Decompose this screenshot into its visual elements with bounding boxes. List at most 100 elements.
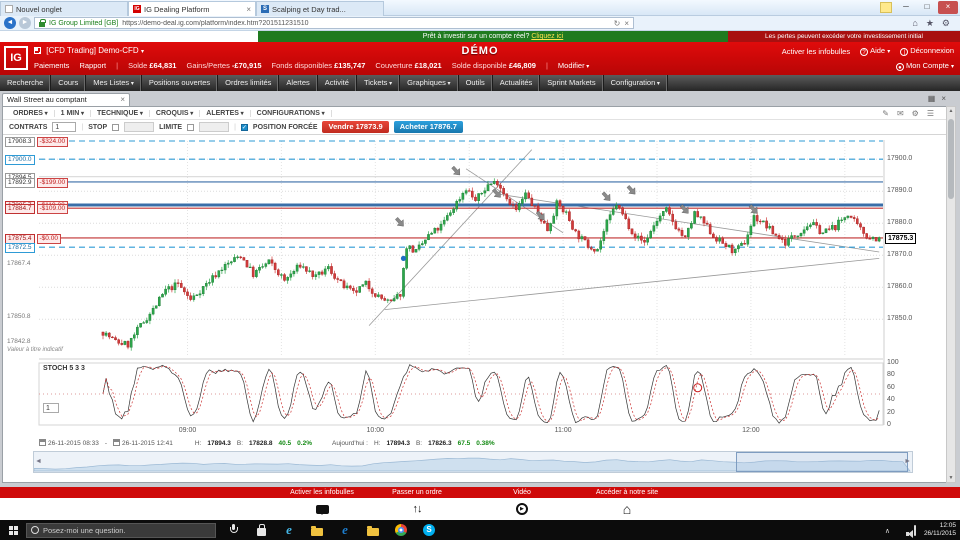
scrollbar-thumb[interactable] <box>948 119 954 199</box>
maximize-button[interactable]: □ <box>917 1 937 14</box>
question-icon: ? <box>860 48 868 56</box>
scroll-down-icon[interactable]: ▼ <box>947 475 955 481</box>
buy-button[interactable]: Acheter 17876.7 <box>394 121 463 133</box>
chevron-tray-icon[interactable] <box>885 526 890 535</box>
range-end[interactable]: 26-11-2015 12:41 <box>122 440 173 447</box>
footer-arrows-icon[interactable] <box>407 502 427 516</box>
help-menu[interactable]: ?Aide ▾ <box>860 46 890 56</box>
promo-banner[interactable]: Prêt à investir sur un compte réel? Cliq… <box>258 31 728 42</box>
back-button[interactable]: ◄ <box>4 17 16 29</box>
note-tray-icon[interactable] <box>914 526 916 535</box>
folder2-taskbar-icon[interactable] <box>366 522 380 538</box>
search-placeholder: Posez-moi une question. <box>43 526 126 535</box>
pencil-icon[interactable]: ✎ <box>882 109 889 118</box>
browser-tab-ig-dealing-platform[interactable]: IG Dealing Platform× <box>128 1 256 16</box>
start-button[interactable] <box>0 520 26 540</box>
price-chart[interactable] <box>3 135 946 435</box>
forced-position-checkbox[interactable] <box>241 124 248 131</box>
cortana-search-box[interactable]: Posez-moi une question. <box>26 523 216 538</box>
nav-item-alertes[interactable]: Alertes <box>279 75 317 91</box>
chart-menu-croquis[interactable]: CROQUIS ▾ <box>150 110 200 117</box>
browser-tab-scalping-et-day-trad[interactable]: Scalping et Day trad... <box>256 1 384 16</box>
stop-label: STOP <box>88 124 107 131</box>
my-account-menu[interactable]: ●Mon Compte ▾ <box>896 61 954 70</box>
forward-button[interactable]: ► <box>19 17 31 29</box>
nav-item-positions-ouvertes[interactable]: Positions ouvertes <box>142 75 218 91</box>
url-box[interactable]: IG Group Limited [GB] https://demo-deal.… <box>34 17 634 29</box>
footer-home-icon[interactable] <box>617 502 637 516</box>
promo-text: Prêt à investir sur un compte réel? <box>423 33 530 40</box>
separator: | <box>234 124 236 131</box>
chart-menu-alertes[interactable]: ALERTES ▾ <box>200 110 250 117</box>
stop-checkbox[interactable] <box>112 124 119 131</box>
minimize-button[interactable]: ─ <box>896 1 916 14</box>
nav-item-tickets[interactable]: Tickets ▾ <box>357 75 400 91</box>
star-icon[interactable]: ★ <box>926 18 934 29</box>
ie-taskbar-icon[interactable] <box>282 522 296 538</box>
high-label: H: <box>195 440 202 447</box>
modify-button[interactable]: Modifier ▾ <box>558 61 589 70</box>
mic-taskbar-icon[interactable] <box>226 522 240 538</box>
nav-item-cours[interactable]: Cours <box>51 75 86 91</box>
navigator-left-arrow[interactable]: ◄ <box>35 458 42 465</box>
scroll-up-icon[interactable]: ▲ <box>947 108 955 114</box>
tooltips-toggle[interactable]: Activer les infobulles <box>782 47 850 56</box>
refresh-icon[interactable]: ↻ <box>614 19 621 28</box>
footer-link-acceder-a-notre-site[interactable]: Accéder à notre site <box>557 487 697 498</box>
today-low-value: 17826.3 <box>428 440 452 447</box>
nav-item-ordres-limites[interactable]: Ordres limités <box>218 75 279 91</box>
nav-item-activite[interactable]: Activité <box>318 75 357 91</box>
header-menu-paiements[interactable]: Paiements <box>34 61 69 70</box>
chart-menu-technique[interactable]: TECHNIQUE ▾ <box>91 110 150 117</box>
nav-item-configuration[interactable]: Configuration ▾ <box>604 75 668 91</box>
chart-menu-configurations[interactable]: CONFIGURATIONS ▾ <box>251 110 332 117</box>
footer-play-icon[interactable] <box>512 502 532 516</box>
range-start[interactable]: 26-11-2015 08:33 <box>48 440 99 447</box>
nav-item-recherche[interactable]: Recherche <box>0 75 51 91</box>
nav-item-mes-listes[interactable]: Mes Listes ▾ <box>86 75 142 91</box>
edge-taskbar-icon[interactable] <box>338 522 352 538</box>
menu-icon[interactable]: ☰ <box>927 109 934 118</box>
browser-tabs: Nouvel ongletIG Dealing Platform×Scalpin… <box>0 0 384 16</box>
buy-label: Acheter <box>400 122 428 131</box>
store-taskbar-icon[interactable] <box>254 522 268 538</box>
gear-icon[interactable]: ⚙ <box>942 18 950 29</box>
vertical-scrollbar[interactable]: ▲ ▼ <box>946 106 956 483</box>
navigator-right-arrow[interactable]: ► <box>904 458 911 465</box>
account-selector[interactable]: [CFD Trading] Demo-CFD ▾ <box>34 46 144 55</box>
ig-logo[interactable]: IG <box>4 46 28 70</box>
nav-item-outils[interactable]: Outils <box>459 75 493 91</box>
footer-chat-icon[interactable] <box>312 502 332 516</box>
gear-icon[interactable]: ⚙ <box>912 109 919 118</box>
promo-link[interactable]: Cliquez ici <box>531 33 563 40</box>
workspace-tab[interactable]: Wall Street au comptant × <box>2 93 130 106</box>
browser-addressbar: ◄ ► IG Group Limited [GB] https://demo-d… <box>0 16 960 31</box>
layout-icon[interactable]: ▦ <box>928 94 936 103</box>
nav-item-sprint-markets[interactable]: Sprint Markets <box>540 75 603 91</box>
close-icon[interactable]: × <box>941 94 946 103</box>
home-icon[interactable]: ⌂ <box>912 18 917 29</box>
logout-button[interactable]: |Déconnexion <box>900 46 954 56</box>
sell-button[interactable]: Vendre 17873.9 <box>322 121 388 133</box>
nav-item-graphiques[interactable]: Graphiques ▾ <box>400 75 458 91</box>
stop-icon[interactable]: × <box>624 19 629 28</box>
mail-icon[interactable]: ✉ <box>897 109 904 118</box>
chart-navigator[interactable]: ◄ ► <box>33 451 913 473</box>
chrome-taskbar-icon[interactable] <box>394 522 408 538</box>
tab-close-icon[interactable]: × <box>246 5 251 14</box>
taskbar-clock[interactable]: 12:05 26/11/2015 <box>924 522 956 538</box>
header-menu-rapport[interactable]: Rapport <box>79 61 106 70</box>
navigator-window[interactable] <box>736 452 907 472</box>
folder-taskbar-icon[interactable] <box>310 522 324 538</box>
browser-tab-nouvel-onglet[interactable]: Nouvel onglet <box>0 1 128 16</box>
nav-item-actualites[interactable]: Actualités <box>493 75 541 91</box>
close-button[interactable]: × <box>938 1 958 14</box>
chart-menu-1-min[interactable]: 1 MIN ▾ <box>55 110 91 117</box>
stoch-period-box[interactable]: 1 <box>43 403 59 413</box>
chart-menu-ordres[interactable]: ORDRES ▾ <box>7 110 55 117</box>
contracts-input[interactable]: 1 <box>52 122 76 132</box>
skype-taskbar-icon[interactable] <box>422 522 436 538</box>
limit-checkbox[interactable] <box>187 124 194 131</box>
skype-icon <box>423 524 435 536</box>
tab-close-icon[interactable]: × <box>120 94 125 106</box>
